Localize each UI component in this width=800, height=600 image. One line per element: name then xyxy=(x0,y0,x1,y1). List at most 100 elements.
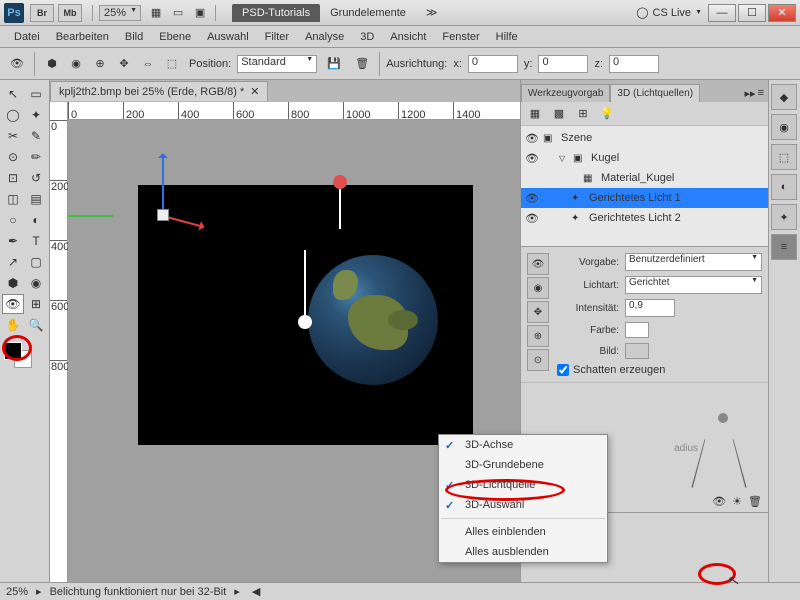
cm-alles-ausblenden[interactable]: Alles ausblenden xyxy=(439,542,607,562)
color-swatches[interactable] xyxy=(2,342,42,372)
tree-material[interactable]: ▦Material_Kugel xyxy=(521,168,768,188)
tool-preset-icon[interactable]: 👁 xyxy=(6,53,28,75)
workspace-more[interactable]: ≫ xyxy=(426,6,438,19)
layers-panel-icon[interactable]: ≡ xyxy=(771,234,797,260)
cm-alles-einblenden[interactable]: Alles einblenden xyxy=(439,522,607,542)
new-light-icon[interactable]: ☀ xyxy=(732,495,742,508)
toggle-lights-icon[interactable]: 👁 xyxy=(712,495,726,508)
move-tool[interactable]: ↖ xyxy=(2,84,24,104)
3d-light-tool[interactable]: 👁 xyxy=(2,294,24,314)
filter-scene-icon[interactable]: ▦ xyxy=(525,105,545,123)
zoom-select[interactable]: 25% xyxy=(99,5,141,21)
panel-menu-icon[interactable]: ≡ xyxy=(758,87,764,100)
tree-kugel[interactable]: 👁▽▣Kugel xyxy=(521,148,768,168)
light-point-tool[interactable]: ⊕ xyxy=(527,325,549,347)
menu-bild[interactable]: Bild xyxy=(117,28,151,46)
workspace-tab-grund[interactable]: Grundelemente xyxy=(320,4,416,22)
brush-tool[interactable]: ✏ xyxy=(25,147,47,167)
gizmo-center[interactable] xyxy=(157,209,169,221)
wand-tool[interactable]: ✦ xyxy=(25,105,47,125)
menu-datei[interactable]: Datei xyxy=(6,28,48,46)
dodge-tool[interactable]: ◐ xyxy=(25,210,47,230)
y-axis[interactable] xyxy=(162,156,164,216)
3d-mesh-tool[interactable]: ⊞ xyxy=(25,294,47,314)
shape-tool[interactable]: ▢ xyxy=(25,252,47,272)
eyedropper-tool[interactable]: ✎ xyxy=(25,126,47,146)
3d-roll-icon[interactable]: ⊕ xyxy=(89,53,111,75)
menu-auswahl[interactable]: Auswahl xyxy=(199,28,257,46)
type-tool[interactable]: T xyxy=(25,231,47,251)
menu-bearbeiten[interactable]: Bearbeiten xyxy=(48,28,117,46)
z-input[interactable]: 0 xyxy=(609,55,659,73)
cm-3d-lichtquelle[interactable]: 3D-Lichtquelle xyxy=(439,475,607,495)
lasso-tool[interactable]: ◯ xyxy=(2,105,24,125)
3d-camera-tool[interactable]: ◉ xyxy=(25,273,47,293)
tab-3d-lichtquellen[interactable]: 3D (Lichtquellen) xyxy=(610,84,700,102)
crop-tool[interactable]: ✂ xyxy=(2,126,24,146)
schatten-checkbox[interactable] xyxy=(557,364,569,376)
workspace-tab-psd[interactable]: PSD-Tutorials xyxy=(232,4,320,22)
eraser-tool[interactable]: ◫ xyxy=(2,189,24,209)
3d-rotate-icon[interactable]: ◉ xyxy=(65,53,87,75)
cm-3d-achse[interactable]: 3D-Achse xyxy=(439,435,607,455)
menu-analyse[interactable]: Analyse xyxy=(297,28,352,46)
lichtart-select[interactable]: Gerichtet xyxy=(625,276,762,294)
x-input[interactable]: 0 xyxy=(468,55,518,73)
stamp-tool[interactable]: ⊡ xyxy=(2,168,24,188)
intensitaet-input[interactable]: 0,9 xyxy=(625,299,675,317)
heal-tool[interactable]: ⊙ xyxy=(2,147,24,167)
cm-3d-auswahl[interactable]: 3D-Auswahl xyxy=(439,495,607,515)
menu-hilfe[interactable]: Hilfe xyxy=(488,28,526,46)
save-preset-icon[interactable]: 💾 xyxy=(323,53,345,75)
bild-swatch[interactable] xyxy=(625,343,649,359)
light-slider-tool[interactable]: ✥ xyxy=(527,301,549,323)
3d-slide-icon[interactable]: ⇔ xyxy=(137,53,159,75)
document-tab[interactable]: kplj2th2.bmp bei 25% (Erde, RGB/8) *✕ xyxy=(50,81,268,101)
3d-object-tool[interactable]: ⬢ xyxy=(2,273,24,293)
vorgabe-select[interactable]: Benutzerdefiniert xyxy=(625,253,762,271)
marquee-tool[interactable]: ▭ xyxy=(25,84,47,104)
color-panel-icon[interactable]: ◆ xyxy=(771,84,797,110)
path-tool[interactable]: ↗ xyxy=(2,252,24,272)
screenmode-icon[interactable]: ▣ xyxy=(191,5,209,21)
panel-expand-icon[interactable]: ▸▸ xyxy=(745,87,756,100)
cm-3d-grundebene[interactable]: 3D-Grundebene xyxy=(439,455,607,475)
light-pan-tool[interactable]: ◉ xyxy=(527,277,549,299)
blur-tool[interactable]: ○ xyxy=(2,210,24,230)
menu-ansicht[interactable]: Ansicht xyxy=(382,28,434,46)
tree-scene[interactable]: 👁▣Szene xyxy=(521,128,768,148)
y-input[interactable]: 0 xyxy=(538,55,588,73)
minibridge-button[interactable]: Mb xyxy=(58,4,82,22)
light-pin-1[interactable] xyxy=(333,175,347,229)
x-axis[interactable] xyxy=(68,215,113,217)
delete-preset-icon[interactable]: 🗑 xyxy=(351,53,373,75)
tab-werkzeug[interactable]: Werkzeugvorgab xyxy=(521,84,610,102)
filter-material-icon[interactable]: ⊞ xyxy=(573,105,593,123)
3d-scale-icon[interactable]: ⬚ xyxy=(161,53,183,75)
3d-home-icon[interactable]: ⬢ xyxy=(41,53,63,75)
filter-light-icon[interactable]: 💡 xyxy=(597,105,617,123)
styles-panel-icon[interactable]: ✦ xyxy=(771,204,797,230)
view-extras-icon[interactable]: ▦ xyxy=(147,5,165,21)
filter-mesh-icon[interactable]: ▩ xyxy=(549,105,569,123)
tree-licht2[interactable]: 👁✦Gerichtetes Licht 2 xyxy=(521,208,768,228)
arrange-icon[interactable]: ▭ xyxy=(169,5,187,21)
light-rotate-tool[interactable]: 👁 xyxy=(527,253,549,275)
hand-tool[interactable]: ✋ xyxy=(2,315,24,335)
swatches-panel-icon[interactable]: ◉ xyxy=(771,114,797,140)
light-pin-2[interactable] xyxy=(298,315,312,329)
position-select[interactable]: Standard xyxy=(237,55,317,73)
adjustments-panel-icon[interactable]: ⬚ xyxy=(771,144,797,170)
zoom-tool[interactable]: 🔍 xyxy=(25,315,47,335)
farbe-swatch[interactable] xyxy=(625,322,649,338)
masks-panel-icon[interactable]: ◐ xyxy=(771,174,797,200)
menu-ebene[interactable]: Ebene xyxy=(151,28,199,46)
cslive-button[interactable]: ◯CS Live▼ xyxy=(636,6,702,19)
3d-pan-icon[interactable]: ✥ xyxy=(113,53,135,75)
bridge-button[interactable]: Br xyxy=(30,4,54,22)
menu-filter[interactable]: Filter xyxy=(257,28,297,46)
gradient-tool[interactable]: ▤ xyxy=(25,189,47,209)
close-button[interactable]: ✕ xyxy=(768,4,796,22)
menu-3d[interactable]: 3D xyxy=(352,28,382,46)
pen-tool[interactable]: ✒ xyxy=(2,231,24,251)
